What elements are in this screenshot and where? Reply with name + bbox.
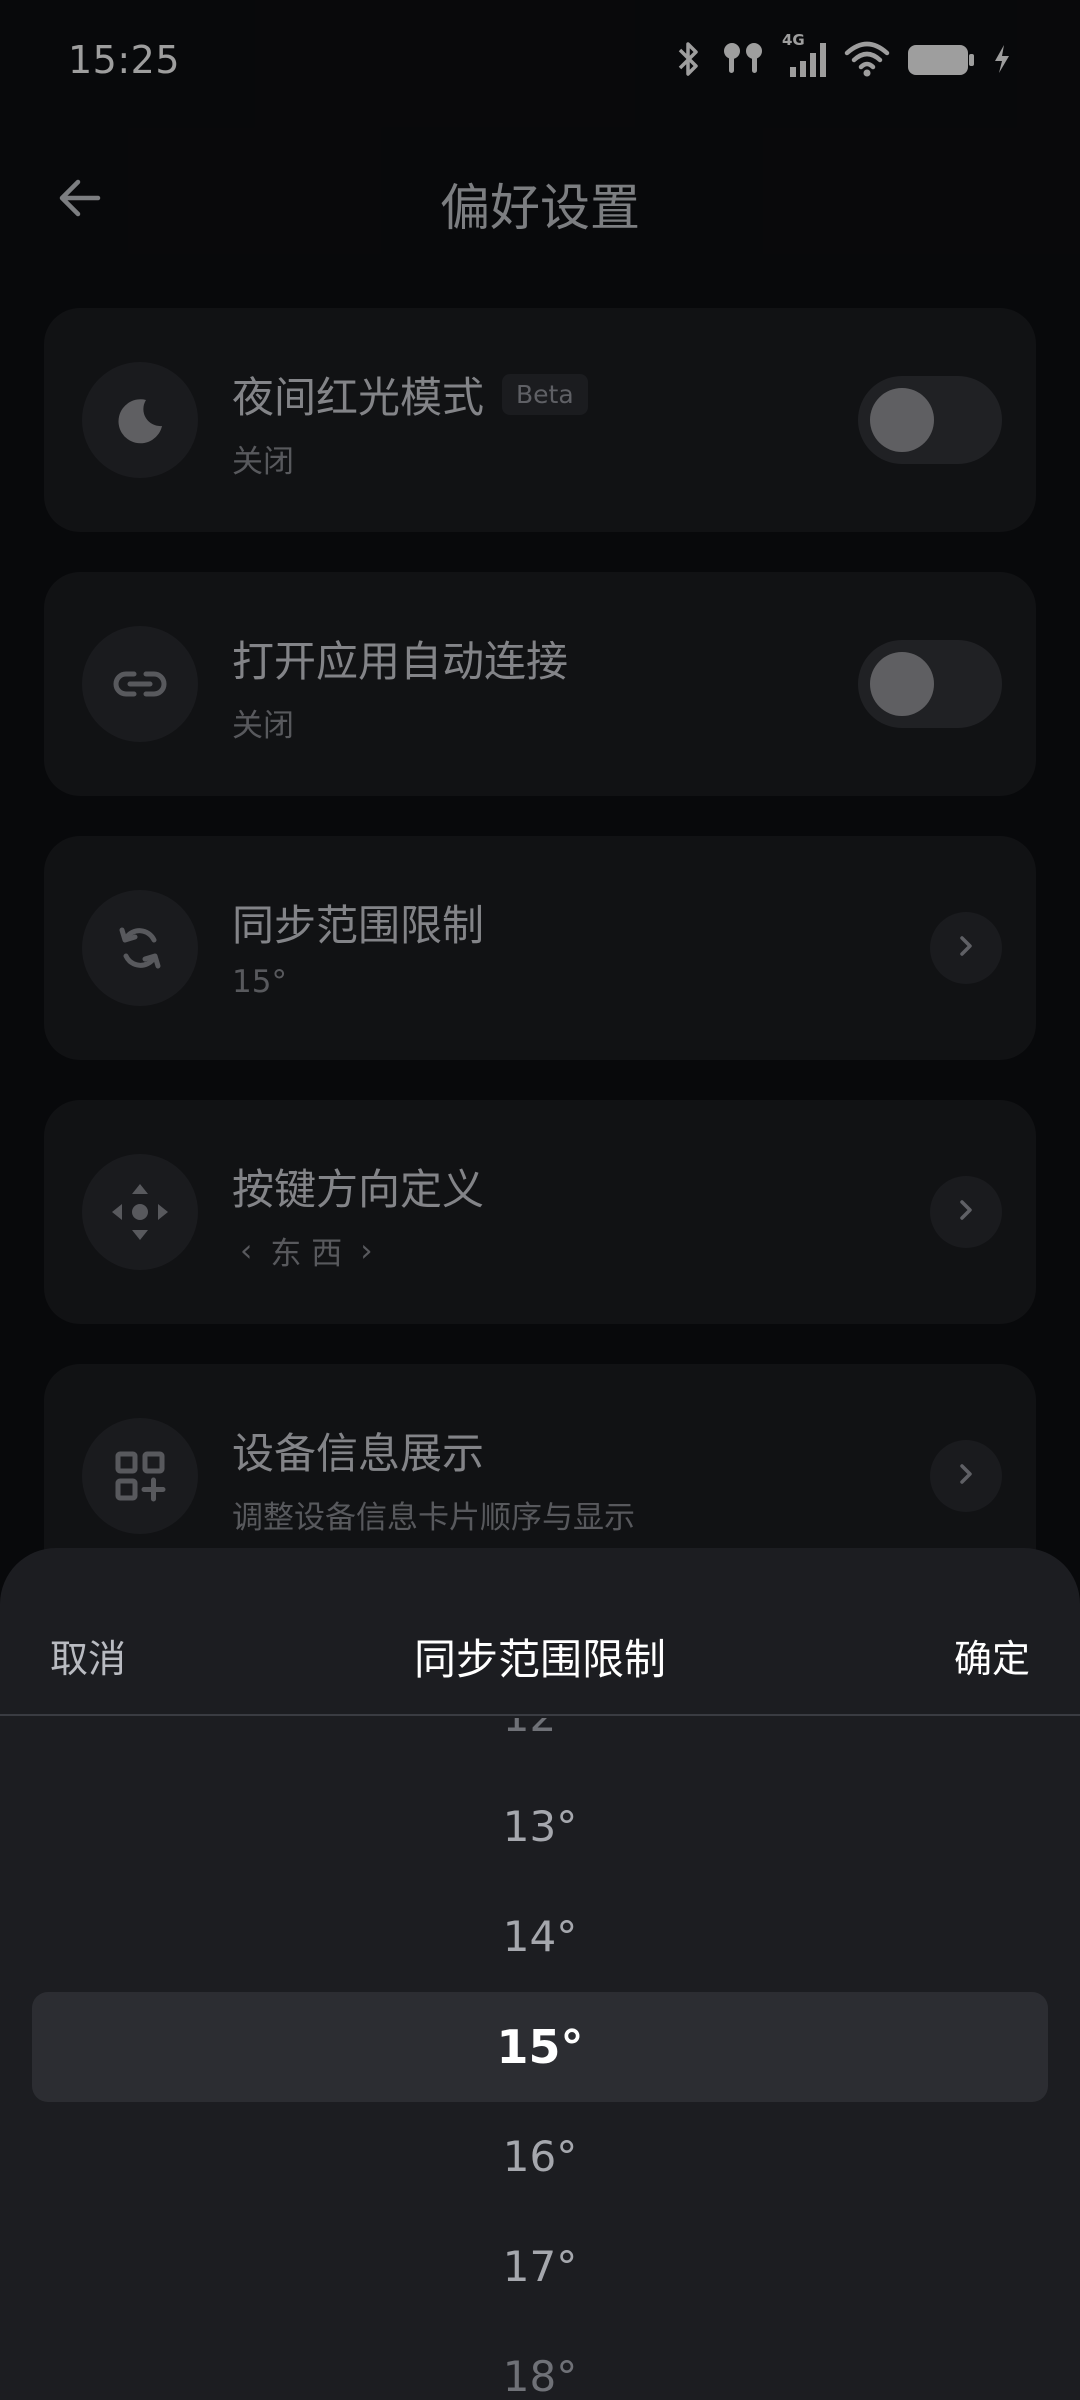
confirm-button[interactable]: 确定 [954, 1628, 1030, 1683]
sheet-title: 同步范围限制 [413, 1635, 666, 1684]
picker-option[interactable]: 12° [0, 1718, 1080, 1772]
picker-option[interactable]: 16° [0, 2102, 1080, 2212]
degree-picker-wheel[interactable]: 12° 13° 14° 15° 16° 17° 18° [0, 1718, 1080, 2400]
picker-option-selected[interactable]: 15° [0, 1992, 1080, 2102]
picker-option[interactable]: 14° [0, 1882, 1080, 1992]
picker-option[interactable]: 13° [0, 1772, 1080, 1882]
preferences-screen: 15:25 4G 偏好设置 夜间红光模式 Beta 关闭 打开应用自动连接 关闭… [0, 0, 1080, 2400]
picker-option[interactable]: 18° [0, 2322, 1080, 2400]
picker-option[interactable]: 17° [0, 2212, 1080, 2322]
sheet-header: 取消 同步范围限制 确定 [0, 1548, 1080, 1716]
sync-range-bottom-sheet: 取消 同步范围限制 确定 12° 13° 14° 15° 16° 17° 18° [0, 1548, 1080, 2400]
